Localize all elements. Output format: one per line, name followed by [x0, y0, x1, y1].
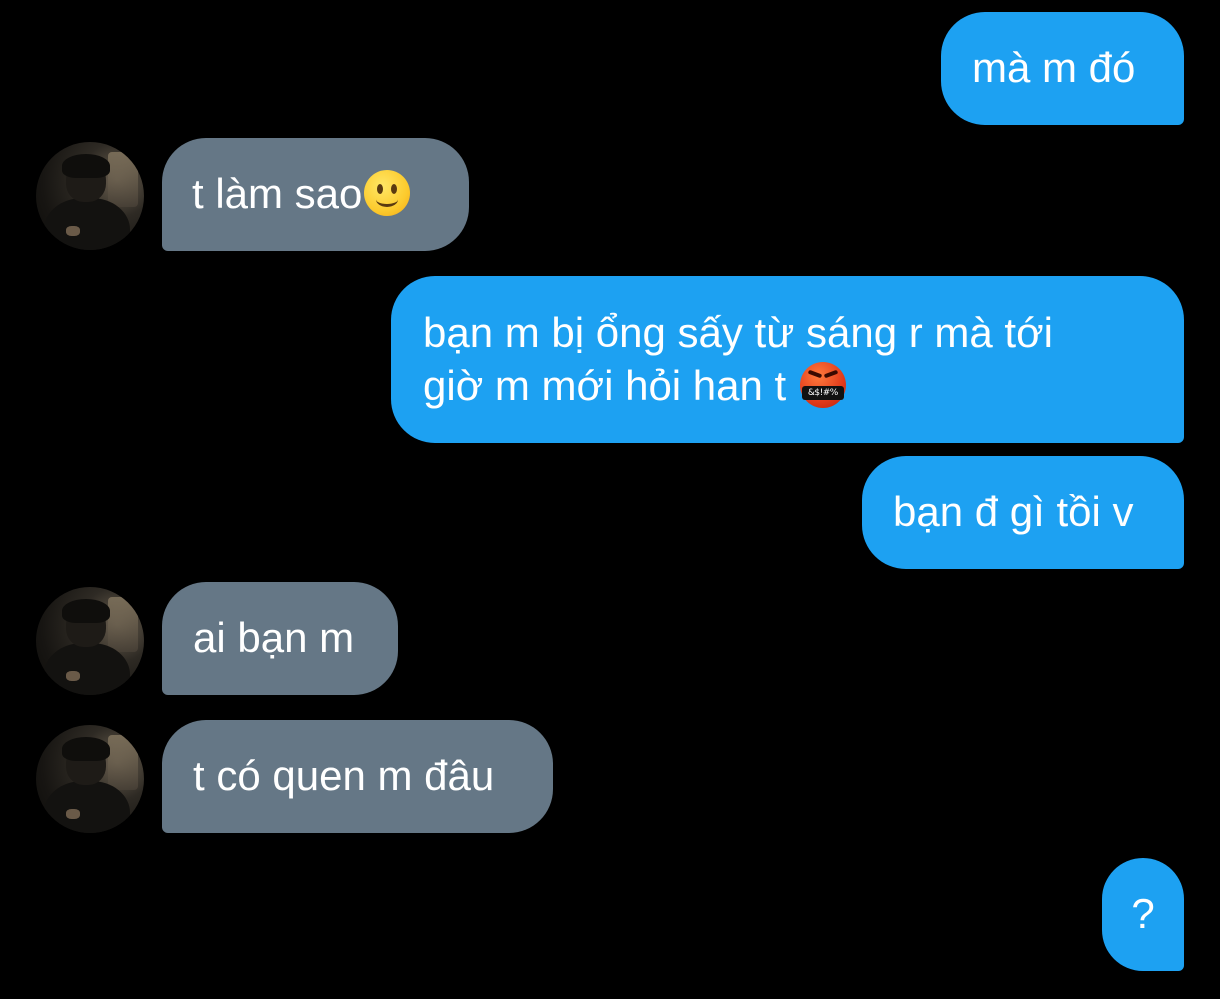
avatar-figure-body — [44, 643, 130, 695]
avatar-figure-hair — [62, 599, 110, 623]
message-text-line-2: giờ m mới hỏi han t &$!#% — [423, 359, 1184, 412]
message-bubble-incoming[interactable]: t có quen m đâu — [162, 720, 553, 833]
message-bubble-outgoing[interactable]: mà m đó — [941, 12, 1184, 125]
avatar-figure-hair — [62, 154, 110, 178]
emoji-symbols: &$!#% — [801, 386, 844, 400]
avatar-background — [108, 735, 138, 790]
avatar-background — [108, 597, 138, 652]
avatar-background — [108, 152, 138, 207]
message-bubble-incoming[interactable]: ai bạn m — [162, 582, 398, 695]
message-text: ai bạn m — [193, 614, 355, 661]
slightly-smiling-face-emoji — [364, 170, 411, 216]
face-with-symbols-on-mouth-emoji: &$!#% — [799, 362, 846, 408]
avatar-figure-body — [44, 198, 130, 250]
avatar-figure-hand — [66, 809, 80, 819]
avatar-figure-hair — [62, 737, 110, 761]
message-bubble-outgoing[interactable]: bạn đ gì tồi v — [862, 456, 1184, 569]
message-text: giờ m mới hỏi han t — [423, 362, 798, 409]
message-text: ? — [1131, 890, 1155, 937]
avatar-figure-hand — [66, 226, 80, 236]
message-bubble-incoming[interactable]: t làm sao — [162, 138, 469, 251]
message-text: bạn đ gì tồi v — [893, 488, 1134, 535]
avatar-figure-hand — [66, 671, 80, 681]
contact-avatar[interactable] — [36, 142, 144, 250]
contact-avatar[interactable] — [36, 725, 144, 833]
contact-avatar[interactable] — [36, 587, 144, 695]
message-text: t làm sao — [192, 170, 363, 217]
message-bubble-outgoing[interactable]: ? — [1102, 858, 1184, 971]
message-text-line: bạn m bị ổng sấy từ sáng r mà tới — [423, 309, 1053, 356]
message-bubble-outgoing[interactable]: bạn m bị ổng sấy từ sáng r mà tới giờ m … — [391, 276, 1184, 443]
message-text: t có quen m đâu — [193, 752, 495, 799]
message-text: mà m đó — [972, 44, 1136, 91]
avatar-figure-body — [44, 781, 130, 833]
